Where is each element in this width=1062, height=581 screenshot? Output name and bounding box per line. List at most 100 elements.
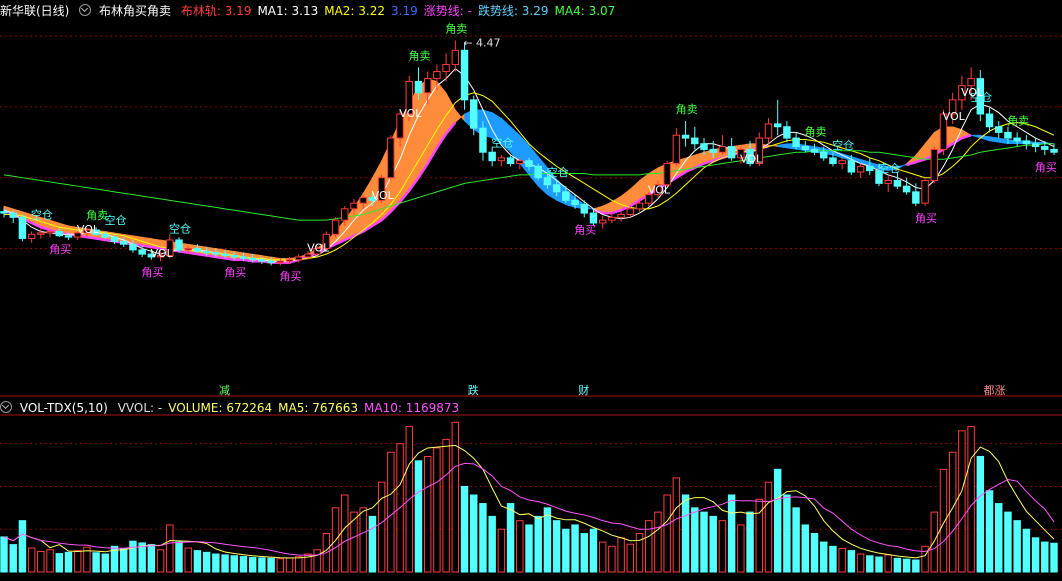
volume-bar-25[interactable] [230,555,238,573]
volume-bar-34[interactable] [313,549,321,573]
candle-36[interactable] [331,217,340,238]
indicator-name[interactable]: 布林角买角卖 [99,4,171,18]
volume-bar-20[interactable] [184,547,192,573]
volume-bar-32[interactable] [295,556,303,573]
volume-bar-107[interactable] [985,490,994,573]
volume-bar-76[interactable] [700,511,708,573]
volume-bar-55[interactable] [506,503,515,573]
volume-bar-54[interactable] [497,528,506,573]
candle-107[interactable] [985,106,994,133]
volume-bar-66[interactable] [608,545,616,573]
volume-bar-0[interactable] [0,536,8,573]
volume-bar-113[interactable] [1041,541,1049,573]
volume-bar-59[interactable] [543,507,552,573]
volume-bar-80[interactable] [737,524,745,573]
volume-bar-81[interactable] [746,511,754,573]
volume-bar-96[interactable] [884,554,892,573]
volume-bar-89[interactable] [820,541,828,573]
candle-93[interactable] [856,163,865,178]
candle-66[interactable] [608,213,616,223]
candle-85[interactable] [783,121,791,143]
candle-58[interactable] [534,163,542,181]
volume-bar-24[interactable] [221,554,229,573]
candle-49[interactable] [451,40,460,72]
volume-bar-29[interactable] [267,557,275,573]
volume-bar-109[interactable] [1004,511,1012,573]
volume-bar-75[interactable] [691,507,699,573]
volume-bar-79[interactable] [727,494,736,573]
candle-91[interactable] [838,157,846,170]
candle-75[interactable] [691,126,699,150]
candle-53[interactable] [488,146,496,167]
volume-bar-111[interactable] [1022,528,1031,573]
candle-72[interactable] [663,160,671,187]
candle-100[interactable] [921,177,929,206]
candle-101[interactable] [930,146,938,184]
candle-108[interactable] [995,121,1003,139]
candle-73[interactable] [672,128,681,167]
volume-bar-21[interactable] [193,550,202,573]
volume-bar-6[interactable] [55,553,63,573]
volume-bar-92[interactable] [847,550,856,573]
volume-bar-84[interactable] [773,468,782,573]
volume-bar-41[interactable] [377,481,386,573]
volume-bar-31[interactable] [285,557,294,573]
candle-2[interactable] [18,214,27,242]
candle-79[interactable] [727,138,736,161]
volume-bar-85[interactable] [783,494,791,573]
volume-bar-50[interactable] [460,485,469,573]
volume-bar-13[interactable] [120,547,128,573]
volume-bar-17[interactable] [156,549,165,573]
volume-bar-68[interactable] [626,543,635,573]
candle-112[interactable] [1031,138,1040,153]
volume-bar-73[interactable] [672,477,681,573]
candle-19[interactable] [175,237,183,253]
volume-bar-2[interactable] [18,520,27,573]
candle-94[interactable] [866,157,874,175]
volume-bar-39[interactable] [359,507,367,573]
volume-bar-102[interactable] [939,468,948,573]
volume-bar-30[interactable] [276,558,285,573]
volume-bar-52[interactable] [479,503,487,573]
candle-42[interactable] [387,135,395,181]
volume-bar-71[interactable] [654,511,662,573]
volume-bar-22[interactable] [202,551,211,573]
volume-bar-27[interactable] [248,556,257,573]
volume-dropdown-icon[interactable] [0,401,12,413]
volume-bar-65[interactable] [598,541,607,573]
volume-bar-98[interactable] [902,558,911,573]
volume-bar-91[interactable] [838,547,846,573]
volume-bar-74[interactable] [681,494,690,573]
volume-bar-100[interactable] [921,545,929,573]
volume-bar-3[interactable] [27,547,36,573]
volume-bar-83[interactable] [764,481,773,573]
volume-bar-37[interactable] [341,494,349,573]
volume-bar-1[interactable] [9,544,17,573]
volume-bar-63[interactable] [580,533,588,573]
volume-indicator-name[interactable]: VOL-TDX(5,10) [20,401,108,415]
volume-bar-57[interactable] [525,524,533,573]
volume-bar-105[interactable] [967,426,975,573]
volume-bar-53[interactable] [488,515,496,573]
volume-bar-110[interactable] [1013,520,1021,573]
candle-83[interactable] [764,118,773,144]
candle-54[interactable] [497,155,506,167]
candle-84[interactable] [773,99,782,136]
candle-78[interactable] [718,135,727,156]
volume-bar-15[interactable] [138,542,146,573]
volume-bar-46[interactable] [423,456,432,573]
volume-bars[interactable] [0,421,1058,573]
volume-bar-16[interactable] [147,544,156,573]
volume-bar-23[interactable] [212,553,220,573]
volume-bar-114[interactable] [1050,542,1058,573]
volume-bar-61[interactable] [562,528,570,573]
volume-bar-112[interactable] [1031,537,1040,573]
volume-bar-88[interactable] [810,533,819,573]
volume-bar-19[interactable] [175,541,183,573]
volume-bar-56[interactable] [516,520,524,573]
volume-bar-87[interactable] [801,524,810,573]
candle-65[interactable] [598,215,607,229]
volume-bar-49[interactable] [451,421,460,573]
volume-bar-77[interactable] [709,515,717,573]
volume-bar-62[interactable] [571,524,579,573]
